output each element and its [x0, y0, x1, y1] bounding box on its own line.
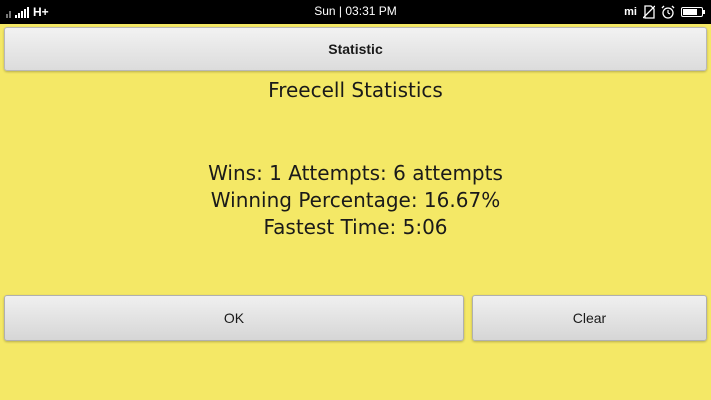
statistics-block: Wins: 1 Attempts: 6 attempts Winning Per… [0, 160, 711, 241]
status-right: mi [624, 4, 705, 20]
wins-attempts-text: Wins: 1 Attempts: 6 attempts [208, 161, 503, 185]
winning-percentage-text: Winning Percentage: 16.67% [210, 188, 501, 212]
alarm-icon [661, 5, 675, 19]
clear-button[interactable]: Clear [472, 295, 707, 341]
no-sim-icon [643, 5, 655, 19]
mi-icon: mi [624, 6, 637, 18]
fastest-time-text: Fastest Time: 5:06 [263, 215, 448, 239]
ok-button[interactable]: OK [4, 295, 464, 341]
status-time: Sun | 03:31 PM [314, 4, 397, 18]
page-title: Freecell Statistics [268, 78, 443, 102]
title-bar: Statistic [4, 27, 707, 71]
battery-icon [681, 7, 705, 17]
status-bar: H+ Sun | 03:31 PM mi [0, 0, 711, 24]
